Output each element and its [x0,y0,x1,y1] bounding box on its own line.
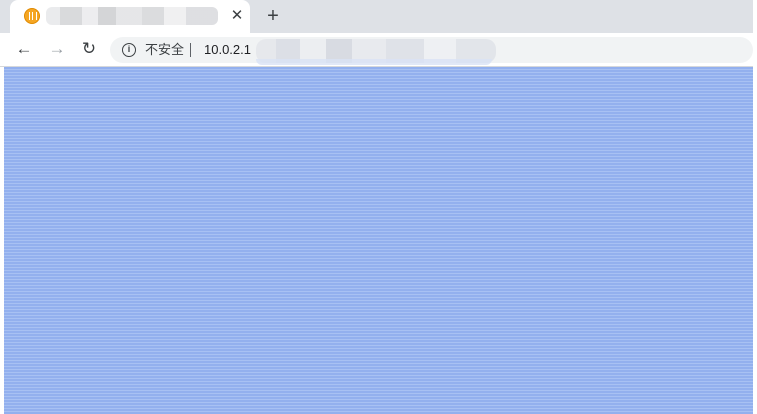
tab-strip: ✕ + [0,0,753,33]
forward-button[interactable]: → [46,38,68,60]
active-tab[interactable]: ✕ [10,0,250,33]
browser-toolbar: ← → ↻ i 不安全 10.0.2.1 [0,33,753,66]
page-content-area[interactable] [4,67,753,414]
new-tab-button[interactable]: + [262,5,284,27]
tab-title-redaction [46,7,218,25]
back-button[interactable]: ← [13,38,35,60]
window-right-edge [753,0,757,414]
security-status[interactable]: 不安全 [145,42,184,58]
site-favicon-icon [24,8,40,24]
site-info-icon[interactable]: i [122,43,136,57]
reload-button[interactable]: ↻ [78,38,100,60]
url-redaction-smudge [256,59,492,65]
tab-close-icon[interactable]: ✕ [228,7,246,25]
url-text[interactable]: 10.0.2.1 [204,42,251,58]
browser-window: ✕ + ← → ↻ i 不安全 10.0.2.1 [0,0,757,414]
omnibox-divider [190,43,191,57]
address-bar[interactable]: i 不安全 10.0.2.1 [110,37,753,65]
